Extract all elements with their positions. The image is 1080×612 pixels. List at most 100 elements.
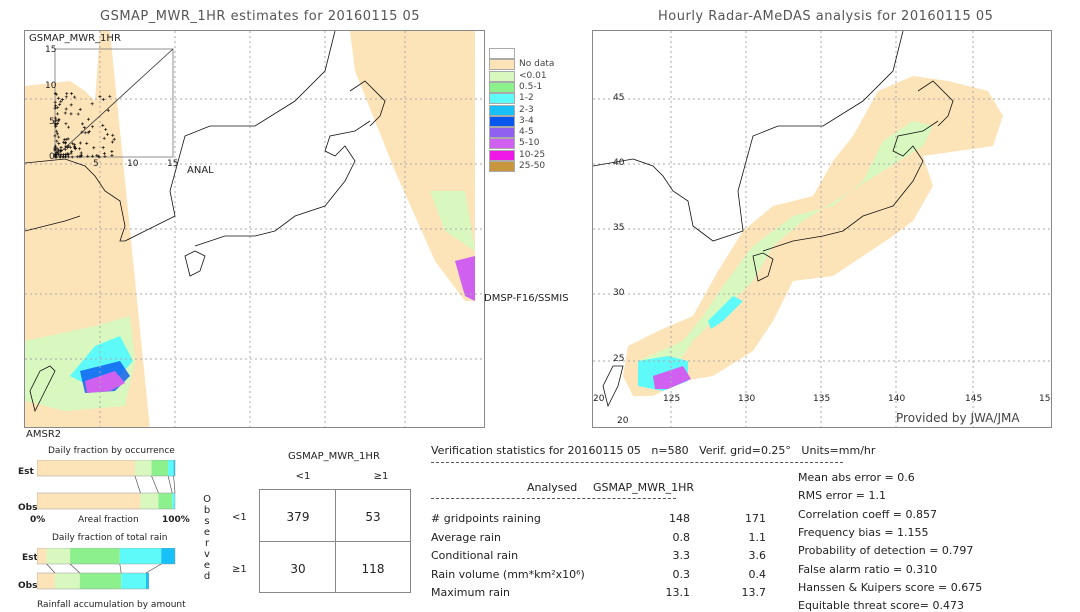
divider [431, 498, 676, 499]
scatter-point [78, 141, 82, 145]
scatter-point [101, 123, 105, 127]
bar-segment-est [37, 548, 47, 564]
scatter-point [108, 94, 112, 98]
col-label: ≥1 [373, 471, 389, 482]
inset-y-tick: 10 [45, 81, 57, 91]
legend-label: 3-4 [519, 115, 534, 126]
scatter-point [66, 137, 70, 141]
legend-label: No data [519, 59, 555, 70]
scatter-point [54, 144, 58, 148]
legend-label: 5-10 [519, 138, 540, 149]
stat-analysed-value: 148 [669, 512, 690, 525]
occurrence-chart [37, 460, 176, 510]
sensor-label-dmsp: DMSP-F16/SSMIS [484, 293, 569, 304]
legend-swatch [489, 48, 515, 59]
bar-segment-obs [79, 573, 122, 589]
inset-x-tick: 10 [127, 159, 139, 169]
legend-swatch [489, 115, 515, 127]
stat-analysed-value: 0.3 [672, 567, 691, 581]
inset-y-tick: 5 [49, 117, 55, 127]
stat-gsmap-value: 13.7 [741, 586, 767, 599]
lat-tick: 35 [613, 223, 625, 233]
stat-analysed-value: 0.8 [672, 530, 691, 544]
scatter-point [78, 107, 82, 111]
scatter-point [53, 134, 57, 138]
rain-fraction-chart [37, 548, 176, 590]
scatter-point [92, 146, 96, 150]
contingency-header: GSMAP_MWR_1HR [288, 451, 380, 462]
stat-label: Average rain [431, 530, 501, 544]
bar-segment-est [119, 548, 162, 564]
legend-label: 0.5-1 [519, 81, 543, 92]
scatter-point [95, 154, 99, 158]
bar-segment-est [161, 548, 175, 564]
inset-x-tick: 15 [167, 159, 179, 169]
scatter-point [61, 155, 65, 159]
left-map: GSMAP_MWR_1HR 15 10 5 0 5 10 15 ANAL [24, 30, 485, 428]
scatter-point [58, 103, 62, 107]
stat-label: Conditional rain [431, 549, 519, 562]
x-min-label: 0% [30, 515, 46, 525]
score-item: RMS error = 1.1 [798, 489, 886, 503]
scatter-point [75, 155, 79, 159]
stat-gsmap-value: 171 [745, 512, 766, 525]
scatter-point [101, 97, 105, 101]
obs-label: Obs [18, 581, 38, 591]
score-item: Frequency bias = 1.155 [798, 525, 929, 539]
divider [431, 462, 843, 463]
bar-segment-est [151, 460, 169, 476]
observed-side-label: Observed [203, 494, 211, 582]
connector-line [119, 563, 122, 574]
score-item: Probability of detection = 0.797 [798, 544, 974, 558]
row-label: ≥1 [232, 564, 247, 575]
stat-gsmap-value: 0.4 [748, 567, 767, 581]
legend-swatch [489, 70, 515, 82]
lat-tick: 40 [613, 158, 625, 168]
score-item: Mean abs error = 0.6 [798, 471, 915, 484]
stat-gsmap-value: 1.1 [748, 530, 767, 544]
scatter-point [73, 95, 77, 99]
scatter-point [103, 155, 107, 159]
legend-label: 2-3 [519, 104, 534, 115]
scatter-point [65, 92, 69, 96]
scatter-point [64, 107, 68, 111]
bar-segment-est [134, 460, 152, 476]
credit-label: Provided by JWA/JMA [896, 411, 1020, 425]
scatter-point [61, 98, 65, 102]
legend-swatch [489, 59, 515, 71]
right-map: 45 40 35 30 25 20 20 125 130 135 140 145… [592, 30, 1052, 428]
scatter-point [55, 139, 59, 143]
scatter-point [110, 150, 114, 154]
lat-tick: 30 [613, 288, 625, 298]
lat-tick: 45 [613, 93, 625, 103]
scatter-point [64, 122, 68, 126]
score-item: Equitable threat score= 0.473 [798, 599, 964, 612]
cell-hits: 118 [361, 562, 385, 576]
scatter-point [83, 131, 87, 135]
legend-label: 25-50 [519, 161, 546, 171]
lon-tick: 135 [813, 394, 831, 404]
stat-analysed-value: 13.1 [665, 586, 691, 599]
scatter-point [105, 132, 109, 136]
scatter-point [53, 100, 57, 104]
scatter-point [101, 146, 105, 150]
connector-line [173, 475, 176, 494]
legend-swatch [489, 81, 515, 93]
stat-label: # gridpoints raining [431, 512, 541, 525]
rain-title: Daily fraction of total rain [52, 533, 168, 543]
scatter-point [69, 112, 73, 116]
stat-gsmap-value: 3.6 [748, 549, 767, 562]
inset-x-tick: 5 [93, 159, 99, 169]
connector-line [167, 475, 173, 494]
cell-hits-none: 379 [286, 510, 310, 524]
sensor-label-amsr2: AMSR2 [26, 429, 62, 440]
bar-segment-obs [158, 493, 173, 509]
scatter-point [64, 137, 68, 141]
connector-line [145, 563, 162, 574]
scatter-point [70, 149, 74, 153]
occurrence-xlabel: Areal fraction [78, 515, 139, 525]
scatter-point [69, 103, 73, 107]
est-label: Est [22, 553, 38, 563]
bar-segment-obs [54, 573, 80, 589]
scatter-point [70, 155, 74, 159]
